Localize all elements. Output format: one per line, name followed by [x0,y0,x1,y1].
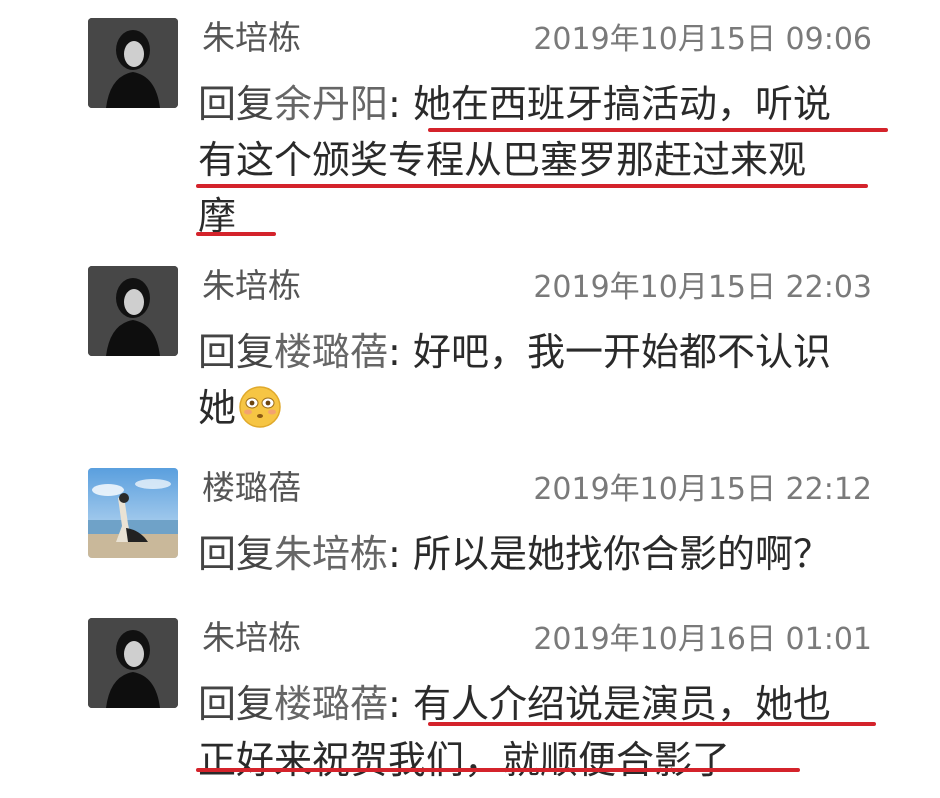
comment-body: 回复朱培栋: 所以是她找你合影的啊？ [198,526,888,582]
comment-author[interactable]: 朱培栋 [202,266,301,306]
comment-text-line: 有人介绍说是演员，她也 [412,682,831,726]
comment-text-line: 有这个颁奖专程从巴塞罗那赶过来观 [198,138,807,182]
comment-author[interactable]: 朱培栋 [202,18,301,58]
comment-author[interactable]: 朱培栋 [202,618,301,658]
reply-separator: : [388,330,401,374]
comment-text-line: 正好来祝贺我们，就顺便合影了 [198,738,731,782]
reply-prefix: 回复 [198,82,275,126]
comment-timestamp: 2019年10月16日 01:01 [533,622,872,657]
comment-timestamp: 2019年10月15日 22:03 [533,270,872,305]
reply-separator: : [388,82,401,126]
reply-to-name[interactable]: 楼璐蓓 [274,330,388,374]
highlight-underline [196,184,868,188]
comment-body: 回复楼璐蓓: 好吧，我一开始都不认识 她 [198,324,888,436]
comment-text-line: 她 [198,386,237,430]
highlight-underline [428,128,888,132]
comment-timestamp: 2019年10月15日 09:06 [533,22,872,57]
reply-prefix: 回复 [198,532,275,576]
reply-separator: : [388,532,401,576]
embarrassed-face-emoji [238,385,282,429]
highlight-underline [196,232,276,236]
avatar[interactable] [88,618,178,708]
reply-to-name[interactable]: 朱培栋 [274,532,388,576]
comment-timestamp: 2019年10月15日 22:12 [533,472,872,507]
reply-separator: : [388,682,401,726]
comment-text-line: 所以是她找你合影的啊？ [412,532,831,576]
avatar[interactable] [88,18,178,108]
avatar[interactable] [88,266,178,356]
comment-author[interactable]: 楼璐蓓 [202,468,301,508]
comment-text-line: 好吧，我一开始都不认识 [412,330,831,374]
reply-to-name[interactable]: 余丹阳 [274,82,388,126]
reply-to-name[interactable]: 楼璐蓓 [274,682,388,726]
comment-text-line: 她在西班牙搞活动，听说 [412,82,831,126]
comment-body: 回复余丹阳: 她在西班牙搞活动，听说 有这个颁奖专程从巴塞罗那赶过来观 摩 [198,76,888,244]
highlight-underline [196,768,800,772]
reply-prefix: 回复 [198,682,275,726]
avatar[interactable] [88,468,178,558]
reply-prefix: 回复 [198,330,275,374]
highlight-underline [428,722,876,726]
